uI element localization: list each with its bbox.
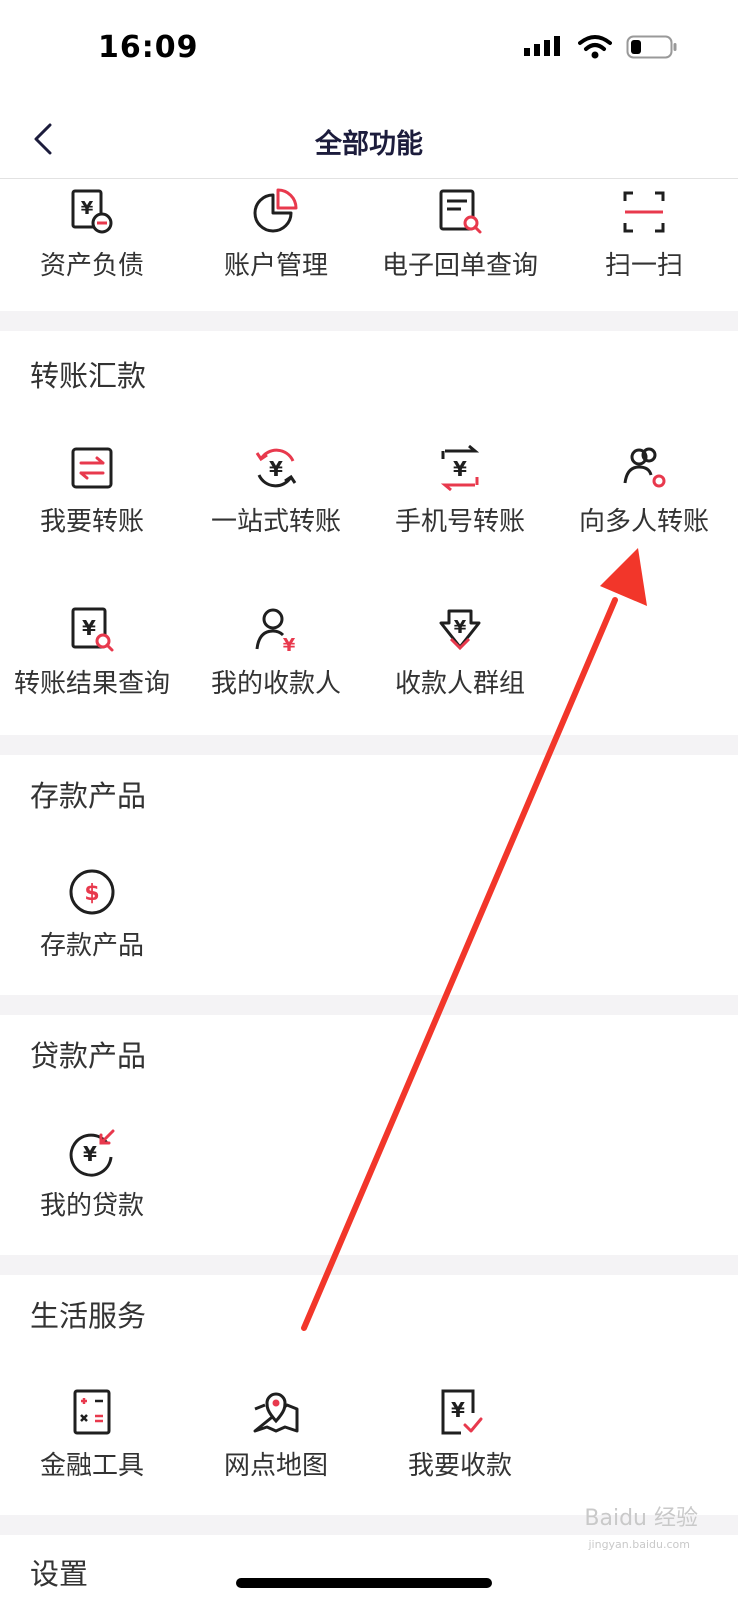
- svg-text:¥: ¥: [283, 635, 296, 655]
- svg-text:¥: ¥: [451, 1398, 465, 1422]
- scan-icon: [619, 187, 669, 237]
- section-divider: [0, 311, 738, 331]
- loan-icon: ¥: [67, 1127, 117, 1177]
- account-management-item[interactable]: 账户管理: [184, 187, 368, 327]
- financial-tools-item[interactable]: 金融工具: [0, 1387, 184, 1527]
- scan-item[interactable]: 扫一扫: [552, 187, 736, 327]
- phone-transfer-icon: ¥: [435, 443, 485, 493]
- section-divider: [0, 1255, 738, 1275]
- phone-transfer-label: 手机号转账: [394, 507, 525, 537]
- receive-payment-label: 我要收款: [407, 1451, 512, 1481]
- payee-group-item[interactable]: ¥ 收款人群组: [368, 605, 552, 745]
- my-payee-label: 我的收款人: [210, 669, 341, 699]
- asset-liability-icon: ¥: [67, 187, 117, 237]
- svg-text:¥: ¥: [454, 617, 467, 638]
- transfer-label: 我要转账: [39, 507, 144, 537]
- life-services-section-title: 生活服务: [30, 1299, 147, 1333]
- receive-payment-item[interactable]: ¥ 我要收款: [368, 1387, 552, 1527]
- status-icons: [524, 34, 678, 60]
- svg-text:¥: ¥: [82, 616, 96, 640]
- receipt-search-icon: [435, 187, 485, 237]
- transfer-result-query-label: 转账结果查询: [13, 669, 170, 699]
- svg-text:¥: ¥: [83, 1142, 97, 1166]
- account-management-label: 账户管理: [223, 251, 328, 281]
- multi-person-transfer-icon: [619, 443, 669, 493]
- payee-group-label: 收款人群组: [394, 669, 525, 699]
- asset-liability-label: 资产负债: [39, 251, 144, 281]
- one-stop-transfer-item[interactable]: ¥ 一站式转账: [184, 443, 368, 583]
- watermark-logo: Baidu 经验: [584, 1506, 698, 1531]
- asset-liability-item[interactable]: ¥ 资产负债: [0, 187, 184, 327]
- top-shortcuts-section: ¥ 资产负债 账户管理 电子回单查询 扫一扫: [0, 179, 738, 311]
- receive-payment-icon: ¥: [435, 1387, 485, 1437]
- section-divider: [0, 735, 738, 755]
- scan-label: 扫一扫: [604, 251, 683, 281]
- my-loan-item[interactable]: ¥ 我的贷款: [0, 1127, 184, 1267]
- loan-section: 贷款产品 ¥ 我的贷款: [0, 1015, 738, 1255]
- wifi-icon: [578, 35, 612, 59]
- branch-map-item[interactable]: 网点地图: [184, 1387, 368, 1527]
- multi-person-transfer-label: 向多人转账: [578, 507, 709, 537]
- section-divider: [0, 995, 738, 1015]
- transfer-result-search-icon: ¥: [67, 605, 117, 655]
- one-stop-transfer-icon: ¥: [251, 443, 301, 493]
- settings-section-title: 设置: [30, 1557, 89, 1591]
- pie-chart-icon: [251, 187, 301, 237]
- map-pin-icon: [251, 1387, 301, 1437]
- my-payee-item[interactable]: ¥ 我的收款人: [184, 605, 368, 745]
- home-indicator: [236, 1578, 492, 1588]
- deposit-section: 存款产品 $ 存款产品: [0, 755, 738, 995]
- financial-tools-label: 金融工具: [39, 1451, 144, 1481]
- e-receipt-query-label: 电子回单查询: [381, 251, 538, 281]
- my-loan-label: 我的贷款: [39, 1191, 144, 1221]
- deposit-section-title: 存款产品: [30, 779, 147, 813]
- dollar-circle-icon: $: [67, 867, 117, 917]
- deposit-product-label: 存款产品: [39, 931, 144, 961]
- phone-transfer-item[interactable]: ¥ 手机号转账: [368, 443, 552, 583]
- e-receipt-query-item[interactable]: 电子回单查询: [368, 187, 552, 327]
- calculator-icon: [67, 1387, 117, 1437]
- life-services-section: 生活服务 金融工具 网点地图 ¥ 我要收款: [0, 1275, 738, 1515]
- deposit-product-item[interactable]: $ 存款产品: [0, 867, 184, 1007]
- transfer-section-title: 转账汇款: [30, 359, 147, 393]
- payee-group-icon: ¥: [435, 605, 485, 655]
- svg-text:¥: ¥: [81, 198, 94, 219]
- one-stop-transfer-label: 一站式转账: [210, 507, 341, 537]
- transfer-section: 转账汇款 我要转账 ¥ 一站式转账 ¥ 手机号转账 向多人转账 ¥ 转账结果查询…: [0, 331, 738, 735]
- transfer-icon: [67, 443, 117, 493]
- status-time: 16:09: [98, 30, 199, 65]
- loan-section-title: 贷款产品: [30, 1039, 147, 1073]
- svg-text:¥: ¥: [269, 457, 283, 481]
- transfer-result-query-item[interactable]: ¥ 转账结果查询: [0, 605, 184, 745]
- watermark-url: jingyan.baidu.com: [588, 1538, 690, 1551]
- page-title: 全部功能: [315, 129, 423, 160]
- branch-map-label: 网点地图: [223, 1451, 328, 1481]
- transfer-item[interactable]: 我要转账: [0, 443, 184, 583]
- battery-icon: [626, 35, 677, 59]
- svg-text:¥: ¥: [453, 457, 467, 481]
- status-bar: 16:09: [0, 0, 738, 100]
- cellular-signal-icon: [524, 36, 560, 56]
- multi-person-transfer-item[interactable]: 向多人转账: [552, 443, 736, 583]
- svg-text:$: $: [84, 881, 99, 906]
- navigation-bar: 全部功能: [0, 100, 738, 179]
- payee-icon: ¥: [251, 605, 301, 655]
